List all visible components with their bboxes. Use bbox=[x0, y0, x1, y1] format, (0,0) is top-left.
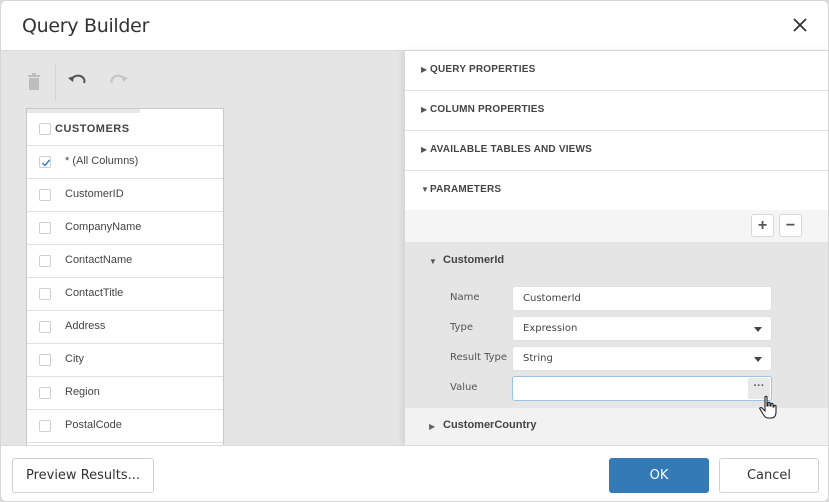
column-row[interactable]: Region bbox=[27, 377, 223, 410]
delete-button[interactable] bbox=[23, 71, 45, 93]
close-icon bbox=[793, 18, 807, 32]
column-row[interactable]: City bbox=[27, 344, 223, 377]
column-row[interactable]: Address bbox=[27, 311, 223, 344]
dropdown-arrow-icon bbox=[754, 357, 762, 362]
dialog-footer: Preview Results... OK Cancel bbox=[1, 445, 828, 501]
column-row[interactable]: PostalCode bbox=[27, 410, 223, 443]
dropdown-arrow-icon bbox=[754, 327, 762, 332]
redo-button[interactable] bbox=[108, 71, 130, 93]
column-label: * (All Columns) bbox=[65, 155, 139, 167]
result-type-label: Result Type bbox=[450, 352, 508, 363]
type-label: Type bbox=[450, 322, 473, 333]
section-column-properties[interactable]: ▶ COLUMN PROPERTIES bbox=[405, 91, 828, 131]
section-label: AVAILABLE TABLES AND VIEWS bbox=[430, 144, 593, 155]
section-query-properties[interactable]: ▶ QUERY PROPERTIES bbox=[405, 51, 828, 91]
trash-icon bbox=[28, 73, 40, 90]
toolbar bbox=[1, 51, 201, 111]
column-label: Address bbox=[65, 320, 106, 332]
query-design-surface: CUSTOMERS * (All Columns) CustomerID Compa… bbox=[1, 51, 405, 448]
prop-row-type: Type Expression bbox=[405, 316, 828, 342]
column-checkbox[interactable] bbox=[39, 321, 51, 333]
table-select-all-checkbox[interactable] bbox=[39, 123, 51, 135]
column-row[interactable]: CompanyName bbox=[27, 212, 223, 245]
prop-row-result-type: Result Type String bbox=[405, 346, 828, 372]
column-checkbox[interactable] bbox=[39, 288, 51, 300]
collapse-arrow-icon: ▼ bbox=[421, 185, 429, 194]
name-label: Name bbox=[450, 292, 480, 303]
section-parameters[interactable]: ▼ PARAMETERS bbox=[405, 171, 828, 211]
plus-icon: + bbox=[757, 217, 768, 234]
parameter-customerid: ▼ CustomerId Name CustomerId Type Expres… bbox=[405, 242, 828, 408]
section-label: PARAMETERS bbox=[430, 184, 502, 195]
result-type-select[interactable]: String bbox=[512, 346, 772, 371]
name-value: CustomerId bbox=[523, 293, 581, 304]
undo-icon bbox=[68, 74, 86, 84]
column-label: Region bbox=[65, 386, 100, 398]
column-checkbox[interactable] bbox=[39, 354, 51, 366]
column-checkbox[interactable] bbox=[39, 387, 51, 399]
column-checkbox[interactable] bbox=[39, 255, 51, 267]
expand-arrow-icon: ▶ bbox=[421, 65, 428, 74]
checkmark-icon bbox=[42, 159, 51, 167]
type-select[interactable]: Expression bbox=[512, 316, 772, 341]
column-label: PostalCode bbox=[65, 419, 122, 431]
column-checkbox[interactable] bbox=[39, 222, 51, 234]
prop-row-name: Name CustomerId bbox=[405, 286, 828, 312]
dialog-title: Query Builder bbox=[22, 15, 150, 37]
column-checkbox[interactable] bbox=[39, 189, 51, 201]
parameters-toolbar: + − bbox=[405, 210, 828, 242]
customers-table[interactable]: CUSTOMERS * (All Columns) CustomerID Compa… bbox=[26, 108, 224, 448]
toolbar-separator bbox=[55, 65, 56, 101]
dialog-header: Query Builder bbox=[1, 1, 828, 51]
minus-icon: − bbox=[785, 217, 796, 234]
column-label: CustomerID bbox=[65, 188, 124, 200]
value-input[interactable]: ··· bbox=[512, 376, 772, 401]
collapse-arrow-icon: ▼ bbox=[429, 257, 437, 266]
parameter-name: CustomerCountry bbox=[443, 419, 537, 431]
column-row[interactable]: CustomerID bbox=[27, 179, 223, 212]
properties-panel: ▶ QUERY PROPERTIES ▶ COLUMN PROPERTIES ▶… bbox=[405, 51, 828, 445]
column-checkbox[interactable] bbox=[39, 156, 51, 168]
result-type-value: String bbox=[523, 353, 553, 364]
cancel-button[interactable]: Cancel bbox=[719, 458, 819, 493]
column-row[interactable]: * (All Columns) bbox=[27, 146, 223, 179]
column-row[interactable]: ContactName bbox=[27, 245, 223, 278]
value-label: Value bbox=[450, 382, 478, 393]
section-label: COLUMN PROPERTIES bbox=[430, 104, 545, 115]
section-label: QUERY PROPERTIES bbox=[430, 64, 536, 75]
table-header: CUSTOMERS bbox=[27, 111, 223, 146]
expand-arrow-icon: ▶ bbox=[421, 145, 428, 154]
column-label: CompanyName bbox=[65, 221, 142, 233]
ok-button[interactable]: OK bbox=[609, 458, 709, 493]
column-checkbox[interactable] bbox=[39, 420, 51, 432]
add-parameter-button[interactable]: + bbox=[751, 214, 774, 237]
section-available-tables[interactable]: ▶ AVAILABLE TABLES AND VIEWS bbox=[405, 131, 828, 171]
preview-results-button[interactable]: Preview Results... bbox=[12, 458, 154, 493]
column-label: ContactTitle bbox=[65, 287, 124, 299]
parameter-name: CustomerId bbox=[443, 254, 505, 266]
undo-button[interactable] bbox=[66, 71, 88, 93]
close-button[interactable] bbox=[790, 15, 810, 35]
table-name: CUSTOMERS bbox=[55, 123, 130, 135]
query-builder-dialog: Query Builder CUSTOMERS * (All Columns) C bbox=[0, 0, 829, 502]
name-input[interactable]: CustomerId bbox=[512, 286, 772, 311]
type-value: Expression bbox=[523, 323, 578, 334]
column-label: ContactName bbox=[65, 254, 133, 266]
column-label: City bbox=[65, 353, 84, 365]
remove-parameter-button[interactable]: − bbox=[779, 214, 802, 237]
column-row[interactable]: ContactTitle bbox=[27, 278, 223, 311]
expand-arrow-icon: ▶ bbox=[421, 105, 428, 114]
expand-arrow-icon: ▶ bbox=[429, 422, 436, 431]
hand-cursor-icon bbox=[759, 395, 777, 419]
redo-icon bbox=[110, 74, 128, 84]
